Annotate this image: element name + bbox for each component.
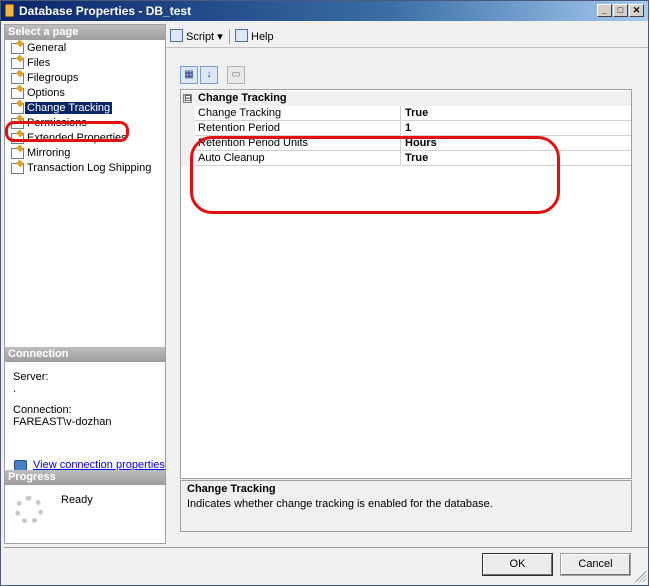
page-item-extended-properties[interactable]: Extended Properties [5, 131, 165, 146]
property-page-icon [11, 163, 24, 174]
dialog-button-bar: OK Cancel [4, 547, 648, 584]
property-page-icon [11, 118, 24, 129]
description-panel: Change Tracking Indicates whether change… [180, 480, 632, 532]
property-value[interactable]: True [402, 106, 631, 121]
database-properties-window: Database Properties - DB_test _ □ ✕ Sele… [0, 0, 649, 586]
property-row[interactable]: Change Tracking True [181, 106, 631, 121]
property-row[interactable]: Retention Period Units Hours [181, 136, 631, 151]
title-bar[interactable]: Database Properties - DB_test _ □ ✕ [1, 1, 648, 21]
page-item-change-tracking[interactable]: Change Tracking [5, 101, 165, 116]
page-item-transaction-log-shipping[interactable]: Transaction Log Shipping [5, 161, 165, 176]
close-button[interactable]: ✕ [629, 4, 644, 17]
page-item-label: Transaction Log Shipping [27, 162, 152, 174]
page-item-filegroups[interactable]: Filegroups [5, 71, 165, 86]
script-button[interactable]: Script ▾ [170, 29, 223, 43]
category-row[interactable]: ⊟ Change Tracking [181, 91, 631, 106]
page-item-general[interactable]: General [5, 41, 165, 56]
connection-header: Connection [5, 347, 165, 362]
page-item-label: Files [27, 57, 51, 69]
category-label: Change Tracking [198, 92, 287, 104]
property-grid: ⊟ Change Tracking Change Tracking True R… [180, 89, 632, 479]
page-list: General Files Filegroups Options Change … [5, 41, 165, 176]
property-page-icon [11, 73, 24, 84]
page-item-label: Filegroups [27, 72, 79, 84]
property-value[interactable]: True [402, 151, 631, 166]
toolbar-separator [229, 29, 230, 44]
progress-spinner-icon [15, 496, 43, 524]
maximize-button[interactable]: □ [613, 4, 628, 17]
help-label: Help [251, 31, 274, 43]
script-label: Script [186, 31, 215, 43]
property-value[interactable]: Hours [402, 136, 631, 151]
window-title: Database Properties - DB_test [19, 4, 192, 18]
server-value: . [13, 383, 17, 395]
page-item-permissions[interactable]: Permissions [5, 116, 165, 131]
page-item-label: Change Tracking [25, 102, 113, 114]
ok-button[interactable]: OK [482, 553, 553, 576]
minimize-button[interactable]: _ [597, 4, 612, 17]
connection-label: Connection: [13, 404, 72, 416]
property-name: Retention Period Units [181, 136, 401, 151]
page-item-label: General [27, 42, 67, 54]
server-label: Server: [13, 371, 49, 383]
categorized-icon[interactable]: ▦ [180, 66, 198, 84]
page-item-label: Options [27, 87, 65, 99]
script-icon [170, 29, 183, 42]
property-name: Auto Cleanup [181, 151, 401, 166]
resize-grip-icon[interactable] [635, 571, 646, 582]
property-page-icon [11, 58, 24, 69]
property-row[interactable]: Retention Period 1 [181, 121, 631, 136]
page-item-files[interactable]: Files [5, 56, 165, 71]
cancel-button[interactable]: Cancel [560, 553, 631, 576]
page-item-mirroring[interactable]: Mirroring [5, 146, 165, 161]
page-item-label: Mirroring [27, 147, 71, 159]
connection-value: FAREAST\v-dozhan [13, 416, 112, 428]
help-button[interactable]: Help [235, 29, 274, 43]
property-row[interactable]: Auto Cleanup True [181, 151, 631, 166]
property-value[interactable]: 1 [402, 121, 631, 136]
property-name: Retention Period [181, 121, 401, 136]
chevron-down-icon: ▾ [217, 31, 223, 43]
property-page-icon [11, 88, 24, 99]
script-toolbar: Script ▾ Help [166, 24, 648, 48]
property-page-icon [11, 103, 24, 114]
left-pane: Select a page General Files Filegroups O… [4, 24, 166, 544]
page-item-label: Permissions [27, 117, 87, 129]
database-icon [5, 4, 14, 17]
collapse-icon[interactable]: ⊟ [183, 94, 192, 103]
property-page-icon [11, 148, 24, 159]
property-name: Change Tracking [181, 106, 401, 121]
page-item-label: Extended Properties [27, 132, 127, 144]
property-page-icon [11, 133, 24, 144]
property-pages-icon[interactable]: ▭ [227, 66, 245, 84]
progress-status: Ready [61, 494, 93, 506]
description-title: Change Tracking [187, 483, 276, 495]
description-text: Indicates whether change tracking is ena… [187, 498, 493, 510]
page-item-options[interactable]: Options [5, 86, 165, 101]
right-pane: Script ▾ Help ▦ ↓ ▭ ⊟ Change Tracking Ch… [166, 24, 648, 544]
property-page-icon [11, 43, 24, 54]
progress-panel: Ready [5, 470, 165, 540]
sort-alphabetical-icon[interactable]: ↓ [200, 66, 218, 84]
help-icon [235, 29, 248, 42]
select-page-header: Select a page [5, 25, 165, 40]
